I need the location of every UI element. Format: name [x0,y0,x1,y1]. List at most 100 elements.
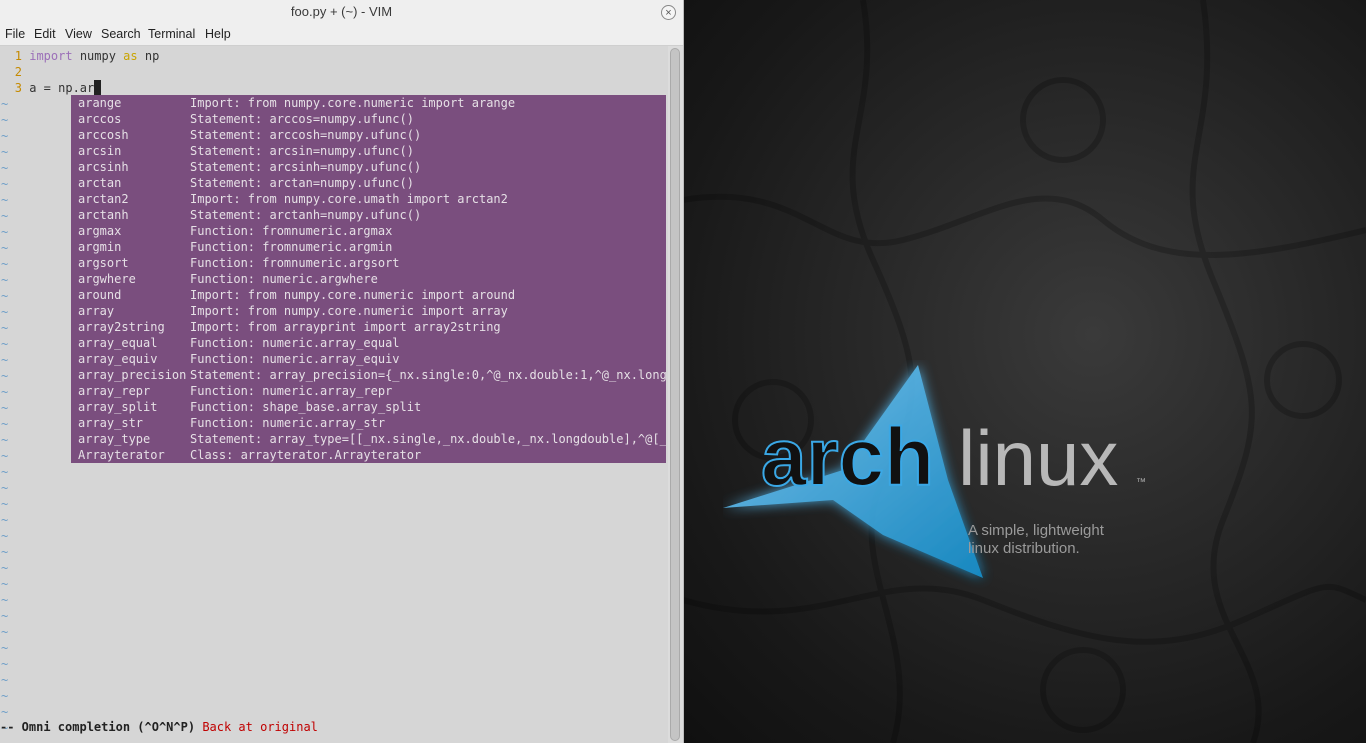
mode-indicator: -- Omni completion (^O^N^P) [0,720,196,734]
completion-info: Statement: arctanh=numpy.ufunc() [190,208,422,222]
line-number: 1 [14,49,22,63]
completion-info: Function: fromnumeric.argmax [190,224,393,238]
completion-item[interactable]: array Import: from numpy.core.numeric imp… [71,303,666,319]
logo-tagline-1: A simple, lightweight [968,522,1105,539]
tilde-marker: ~ [1,449,9,463]
tilde-marker: ~ [1,353,9,367]
tilde-marker: ~ [1,257,9,271]
completion-item[interactable]: arctan Statement: arctan=numpy.ufunc() [71,175,666,191]
tilde-marker: ~ [1,321,9,335]
code-token: import [29,49,73,63]
completion-item[interactable]: arange Import: from numpy.core.numeric im… [71,95,666,111]
scrollbar[interactable] [668,46,683,743]
completion-popup[interactable]: arange Import: from numpy.core.numeric im… [71,95,666,463]
tilde-marker: ~ [1,529,9,543]
completion-info: Statement: arccosh=numpy.ufunc() [190,128,422,142]
tilde-marker: ~ [1,145,9,159]
code-token: a = np.ar [29,81,95,95]
close-button[interactable]: × [661,5,676,20]
menu-search[interactable]: Search [101,27,141,41]
completion-info: Function: fromnumeric.argmin [190,240,393,254]
completion-item[interactable]: array_type Statement: array_type=[[_nx.si… [71,431,666,447]
code-token: np [137,49,160,63]
completion-word: argsort [78,256,129,270]
tilde-marker: ~ [1,577,9,591]
completion-word: array [78,304,115,318]
completion-info: Statement: arctan=numpy.ufunc() [190,176,414,190]
logo-linux-text: linux [958,414,1118,502]
tilde-marker: ~ [1,545,9,559]
code-line[interactable]: 3 a = np.ar [0,80,102,96]
editor-area[interactable]: 1 import numpy as np 2 3 a = np.ar ~ ~ ~ ~ ~ ~… [0,46,668,743]
vim-window: foo.py + (~) - VIM × File Edit View Sear… [0,0,684,743]
completion-word: arctan2 [78,192,129,206]
completion-item[interactable]: arcsinh Statement: arcsinh=numpy.ufunc() [71,159,666,175]
completion-item[interactable]: around Import: from numpy.core.numeric im… [71,287,666,303]
completion-item[interactable]: arcsin Statement: arcsin=numpy.ufunc() [71,143,666,159]
tilde-marker: ~ [1,129,9,143]
completion-word: arctan [78,176,122,190]
code-line[interactable]: 1 import numpy as np [0,48,160,64]
completion-item[interactable]: arccosh Statement: arccosh=numpy.ufunc() [71,127,666,143]
tilde-marker: ~ [1,161,9,175]
tilde-marker: ~ [1,289,9,303]
completion-word: array_str [78,416,144,430]
menu-terminal[interactable]: Terminal [148,27,195,41]
title-bar[interactable]: foo.py + (~) - VIM × [0,0,683,25]
tilde-marker: ~ [1,593,9,607]
completion-info: Import: from numpy.core.umath import arc… [190,192,508,206]
code-line[interactable]: 2 [0,64,29,80]
completion-info: Import: from arrayprint import array2str… [190,320,501,334]
completion-item[interactable]: argmax Function: fromnumeric.argmax [71,223,666,239]
completion-item[interactable]: array_str Function: numeric.array_str [71,415,666,431]
menu-view[interactable]: View [65,27,92,41]
menu-bar: File Edit View Search Terminal Help [0,25,683,46]
logo-trademark: ™ [1136,477,1146,488]
tilde-marker: ~ [1,705,9,719]
completion-info: Function: fromnumeric.argsort [190,256,400,270]
completion-item[interactable]: arccos Statement: arccos=numpy.ufunc() [71,111,666,127]
tilde-marker: ~ [1,625,9,639]
logo-tagline-2: linux distribution. [968,540,1080,557]
completion-word: argwhere [78,272,136,286]
tilde-marker: ~ [1,433,9,447]
completion-item[interactable]: argmin Function: fromnumeric.argmin [71,239,666,255]
completion-item[interactable]: argwhere Function: numeric.argwhere [71,271,666,287]
code-token: numpy [72,49,124,63]
completion-word: arccos [78,112,122,126]
completion-word: Arrayterator [78,448,165,462]
tilde-marker: ~ [1,177,9,191]
tilde-marker: ~ [1,225,9,239]
completion-item[interactable]: argsort Function: fromnumeric.argsort [71,255,666,271]
line-number: 3 [14,81,22,95]
tilde-marker: ~ [1,241,9,255]
completion-word: array2string [78,320,165,334]
completion-info: Statement: arcsin=numpy.ufunc() [190,144,414,158]
tilde-marker: ~ [1,113,9,127]
completion-info: Function: numeric.array_repr [190,384,393,398]
tilde-marker: ~ [1,689,9,703]
tilde-marker: ~ [1,385,9,399]
completion-item[interactable]: array_equiv Function: numeric.array_equiv [71,351,666,367]
completion-item[interactable]: arctanh Statement: arctanh=numpy.ufunc() [71,207,666,223]
menu-edit[interactable]: Edit [34,27,56,41]
tilde-marker: ~ [1,513,9,527]
text-cursor [94,80,102,95]
completion-info: Statement: arcsinh=numpy.ufunc() [190,160,422,174]
completion-item[interactable]: array_precision Statement: array_precisio… [71,367,666,383]
completion-info: Import: from numpy.core.numeric import a… [190,288,516,302]
completion-item[interactable]: array2string Import: from arrayprint impo… [71,319,666,335]
completion-word: arcsinh [78,160,129,174]
menu-file[interactable]: File [5,27,25,41]
tilde-marker: ~ [1,609,9,623]
scrollbar-thumb[interactable] [670,48,680,741]
code-token: as [123,49,138,63]
completion-item[interactable]: Arrayterator Class: arrayterator.Arrayter… [71,447,666,463]
completion-item[interactable]: array_split Function: shape_base.array_sp… [71,399,666,415]
completion-word: array_split [78,400,158,414]
completion-item[interactable]: arctan2 Import: from numpy.core.umath imp… [71,191,666,207]
menu-help[interactable]: Help [205,27,231,41]
completion-info: Class: arrayterator.Arrayterator [190,448,422,462]
completion-item[interactable]: array_repr Function: numeric.array_repr [71,383,666,399]
completion-item[interactable]: array_equal Function: numeric.array_equal [71,335,666,351]
